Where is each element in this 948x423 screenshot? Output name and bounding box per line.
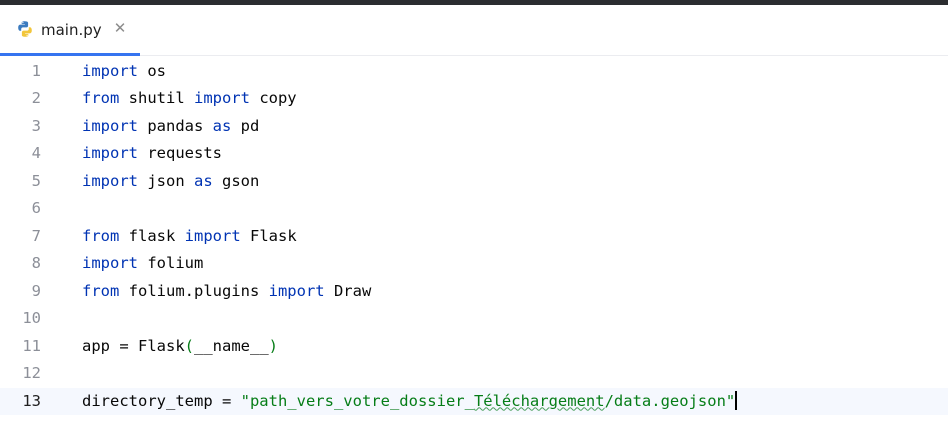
code-line[interactable]: 7 from flask import Flask <box>0 223 948 251</box>
keyword-token: as <box>212 116 232 135</box>
code-token: json <box>138 171 194 190</box>
code-line[interactable]: 6 <box>0 195 948 223</box>
line-number: 10 <box>22 309 41 327</box>
close-tab-icon[interactable]: ✕ <box>113 20 127 36</box>
code-text: import pandas as pd <box>82 113 259 141</box>
code-token: requests <box>138 144 222 162</box>
code-line[interactable]: 12 <box>0 360 948 388</box>
string-token: "path_vers_votre_dossier_ <box>240 391 474 410</box>
line-number: 12 <box>22 364 41 382</box>
code-token: flask <box>119 226 185 245</box>
tab-main-py[interactable]: main.py ✕ <box>0 5 140 56</box>
line-number: 2 <box>31 89 41 107</box>
code-token: copy <box>249 89 297 107</box>
code-token: pd <box>231 116 260 135</box>
keyword-token: import <box>193 89 250 107</box>
line-number: 11 <box>22 336 41 355</box>
code-line[interactable]: 3 import pandas as pd <box>0 113 948 141</box>
code-editor[interactable]: 1 import os 2 from shutil import copy 3 impor… <box>0 57 948 423</box>
code-text: from shutil import copy <box>82 85 297 113</box>
code-token: Flask <box>240 226 297 245</box>
code-text: import os <box>82 58 166 86</box>
code-text: import folium <box>82 250 203 278</box>
code-text: app = Flask(__name__) <box>82 333 278 361</box>
python-file-icon <box>18 21 32 37</box>
string-token: /data.geojson" <box>604 391 736 410</box>
tab-label: main.py <box>41 21 102 39</box>
line-number: 6 <box>31 199 41 217</box>
keyword-token: import <box>184 226 241 245</box>
code-line[interactable]: 11 app = Flask(__name__) <box>0 333 948 361</box>
editor-tab-bar: main.py ✕ <box>0 5 948 56</box>
code-token: shutil <box>119 89 194 107</box>
line-number: 3 <box>31 116 41 135</box>
keyword-token: import <box>82 61 138 80</box>
code-line[interactable]: 8 import folium <box>0 250 948 278</box>
keyword-token: as <box>194 171 213 190</box>
keyword-token: from <box>82 281 120 300</box>
line-number: 8 <box>31 254 41 272</box>
keyword-token: import <box>82 254 138 272</box>
code-token: Draw <box>324 281 372 300</box>
code-token: folium.plugins <box>119 281 269 300</box>
code-line[interactable]: 10 <box>0 305 948 333</box>
code-token: pandas <box>138 116 213 135</box>
code-line[interactable]: 1 import os <box>0 58 948 86</box>
keyword-token: from <box>82 226 120 245</box>
code-line[interactable]: 5 import json as gson <box>0 168 948 196</box>
code-text: from folium.plugins import Draw <box>82 278 371 306</box>
keyword-token: import <box>82 116 138 135</box>
line-number: 5 <box>31 171 41 190</box>
code-line[interactable]: 9 from folium.plugins import Draw <box>0 278 948 306</box>
code-token: folium <box>138 254 204 272</box>
line-number: 9 <box>31 281 41 300</box>
line-number: 13 <box>22 391 41 410</box>
keyword-token: import <box>82 171 138 190</box>
line-number: 7 <box>31 226 41 245</box>
code-line[interactable]: 4 import requests <box>0 140 948 168</box>
code-text: directory_temp = "path_vers_votre_dossie… <box>82 388 738 416</box>
string-token: ) <box>268 336 278 355</box>
text-cursor <box>735 390 738 410</box>
code-text: import json as gson <box>82 168 259 196</box>
code-token: app = Flask <box>82 336 185 355</box>
code-line[interactable]: 2 from shutil import copy <box>0 85 948 113</box>
line-number: 1 <box>31 61 41 80</box>
keyword-token: import <box>268 281 325 300</box>
string-token: ( <box>184 336 194 355</box>
string-token: Téléchargement <box>473 391 605 410</box>
line-number: 4 <box>31 144 41 162</box>
keyword-token: import <box>82 144 138 162</box>
code-line[interactable]: 13 directory_temp = "path_vers_votre_doss… <box>0 387 948 416</box>
keyword-token: from <box>82 89 120 107</box>
code-token: __name__ <box>194 336 269 355</box>
code-token: os <box>138 61 166 80</box>
code-text: from flask import Flask <box>82 223 297 251</box>
code-token: directory_temp = <box>82 391 241 410</box>
code-token: gson <box>212 171 260 190</box>
code-text: import requests <box>82 140 222 168</box>
